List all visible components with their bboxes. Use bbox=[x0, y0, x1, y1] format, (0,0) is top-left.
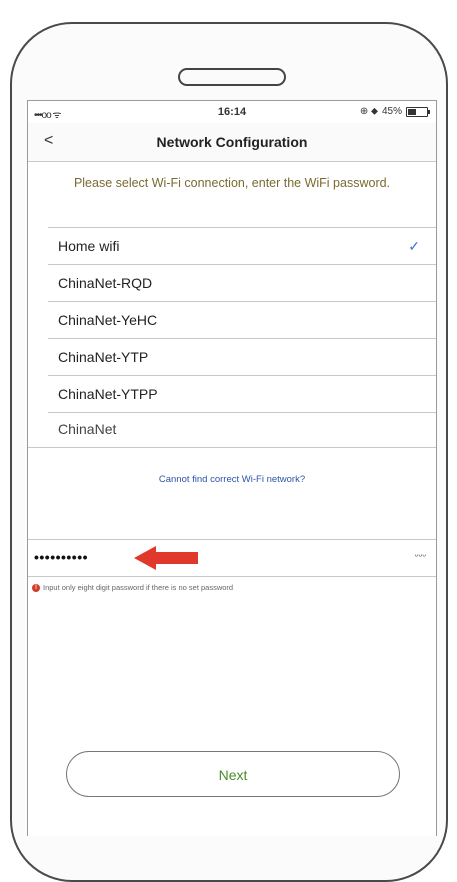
hint-text: Input only eight digit password if there… bbox=[43, 583, 234, 592]
wifi-item-label: ChinaNet-YTPP bbox=[58, 386, 158, 402]
red-arrow-icon bbox=[134, 546, 198, 570]
warning-icon: ! bbox=[32, 583, 40, 592]
page-title: Network Configuration bbox=[156, 134, 308, 150]
wifi-item-label: ChinaNet-YTP bbox=[58, 349, 149, 365]
wifi-item-label: ChinaNet bbox=[58, 421, 117, 435]
wifi-item-label: Home wifi bbox=[58, 238, 120, 254]
wifi-item-chinanet-rqd[interactable]: ChinaNet-RQD bbox=[48, 265, 436, 302]
battery-percent: 45% bbox=[381, 106, 402, 117]
battery-icon bbox=[406, 106, 430, 117]
next-button[interactable]: Next bbox=[66, 751, 400, 797]
password-value: •••••••••• bbox=[34, 549, 89, 565]
find-network-row: Cannot find correct Wi-Fi network? bbox=[28, 447, 436, 508]
app-screen: •••oo ᯤ 16:14 ⊕ ⬥ 45% < Network Configur… bbox=[27, 100, 437, 836]
password-hint: ! Input only eight digit password if the… bbox=[32, 583, 430, 592]
wifi-item-chinanet-ytpp[interactable]: ChinaNet-YTPP bbox=[48, 376, 436, 413]
eye-closed-icon[interactable]: ᵕᵕᵕ bbox=[415, 551, 426, 562]
instruction-text: Please select Wi-Fi connection, enter th… bbox=[73, 176, 391, 190]
wifi-item-chinanet-ytp[interactable]: ChinaNet-YTP bbox=[48, 339, 436, 376]
wifi-network-list: Home wifi ✓ ChinaNet-RQD ChinaNet-YeHC C… bbox=[48, 227, 436, 435]
status-bar: •••oo ᯤ 16:14 ⊕ ⬥ 45% bbox=[28, 101, 436, 123]
wifi-item-label: ChinaNet-YeHC bbox=[58, 312, 158, 328]
phone-speaker bbox=[178, 68, 286, 86]
location-icon: ⊕ ⬥ bbox=[359, 106, 378, 117]
checkmark-icon: ✓ bbox=[408, 238, 420, 254]
password-field[interactable]: •••••••••• ᵕᵕᵕ bbox=[28, 539, 436, 577]
find-network-link[interactable]: Cannot find correct Wi-Fi network? bbox=[159, 474, 305, 485]
status-indicators: ⊕ ⬥ 45% bbox=[359, 106, 430, 117]
wifi-item-home-wifi[interactable]: Home wifi ✓ bbox=[48, 228, 436, 265]
wifi-item-chinanet-yehc[interactable]: ChinaNet-YeHC bbox=[48, 302, 436, 339]
navigation-bar: < Network Configuration bbox=[28, 123, 436, 162]
wifi-item-label: ChinaNet-RQD bbox=[58, 275, 153, 291]
wifi-item-chinanet[interactable]: ChinaNet bbox=[48, 413, 436, 435]
